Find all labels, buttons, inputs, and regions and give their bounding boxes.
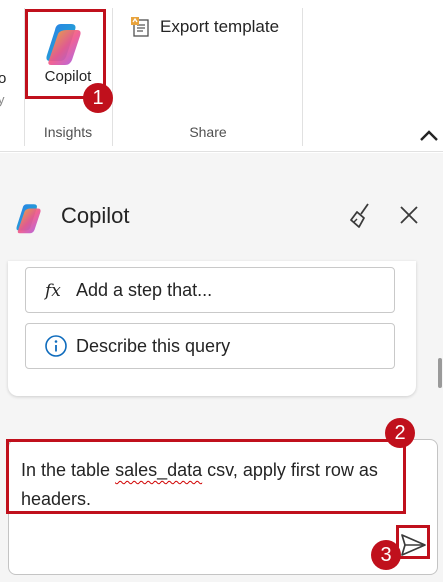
export-template-label: Export template xyxy=(160,17,280,36)
info-icon xyxy=(45,335,67,357)
step-badge-2: 2 xyxy=(385,418,415,448)
suggestion-describe-query[interactable]: Describe this query xyxy=(25,323,395,369)
pane-scrollbar[interactable] xyxy=(438,358,442,388)
function-fx-icon: fx xyxy=(44,281,61,301)
suggestions-card: fx Add a step that... Describe this quer… xyxy=(8,261,416,396)
ribbon-separator xyxy=(302,8,303,146)
close-pane-icon[interactable] xyxy=(392,198,426,232)
export-template-icon xyxy=(131,17,149,37)
copilot-pane: Copilot fx Add a step that... Describe t… xyxy=(0,153,443,582)
ribbon-truncated-label-2: y xyxy=(0,92,5,107)
insights-group-label: Insights xyxy=(43,124,93,140)
ribbon-separator xyxy=(112,8,113,146)
step-badge-3: 3 xyxy=(371,540,401,570)
share-group-label: Share xyxy=(189,124,227,140)
collapse-ribbon-chevron-up-icon[interactable] xyxy=(416,124,442,148)
svg-text:fx: fx xyxy=(44,281,61,301)
step-badge-1: 1 xyxy=(83,83,113,113)
highlight-box-send xyxy=(396,525,430,559)
suggestion-label: Describe this query xyxy=(76,335,231,356)
clear-chat-broom-icon[interactable] xyxy=(344,198,378,232)
copilot-logo-icon xyxy=(16,204,41,234)
export-template-button[interactable]: Export template xyxy=(130,12,279,42)
highlight-box-prompt xyxy=(6,439,406,514)
copilot-pane-title: Copilot xyxy=(61,203,130,228)
ribbon-truncated-label: o xyxy=(0,70,7,87)
suggestion-add-step[interactable]: fx Add a step that... xyxy=(25,267,395,313)
suggestion-label: Add a step that... xyxy=(76,279,213,300)
